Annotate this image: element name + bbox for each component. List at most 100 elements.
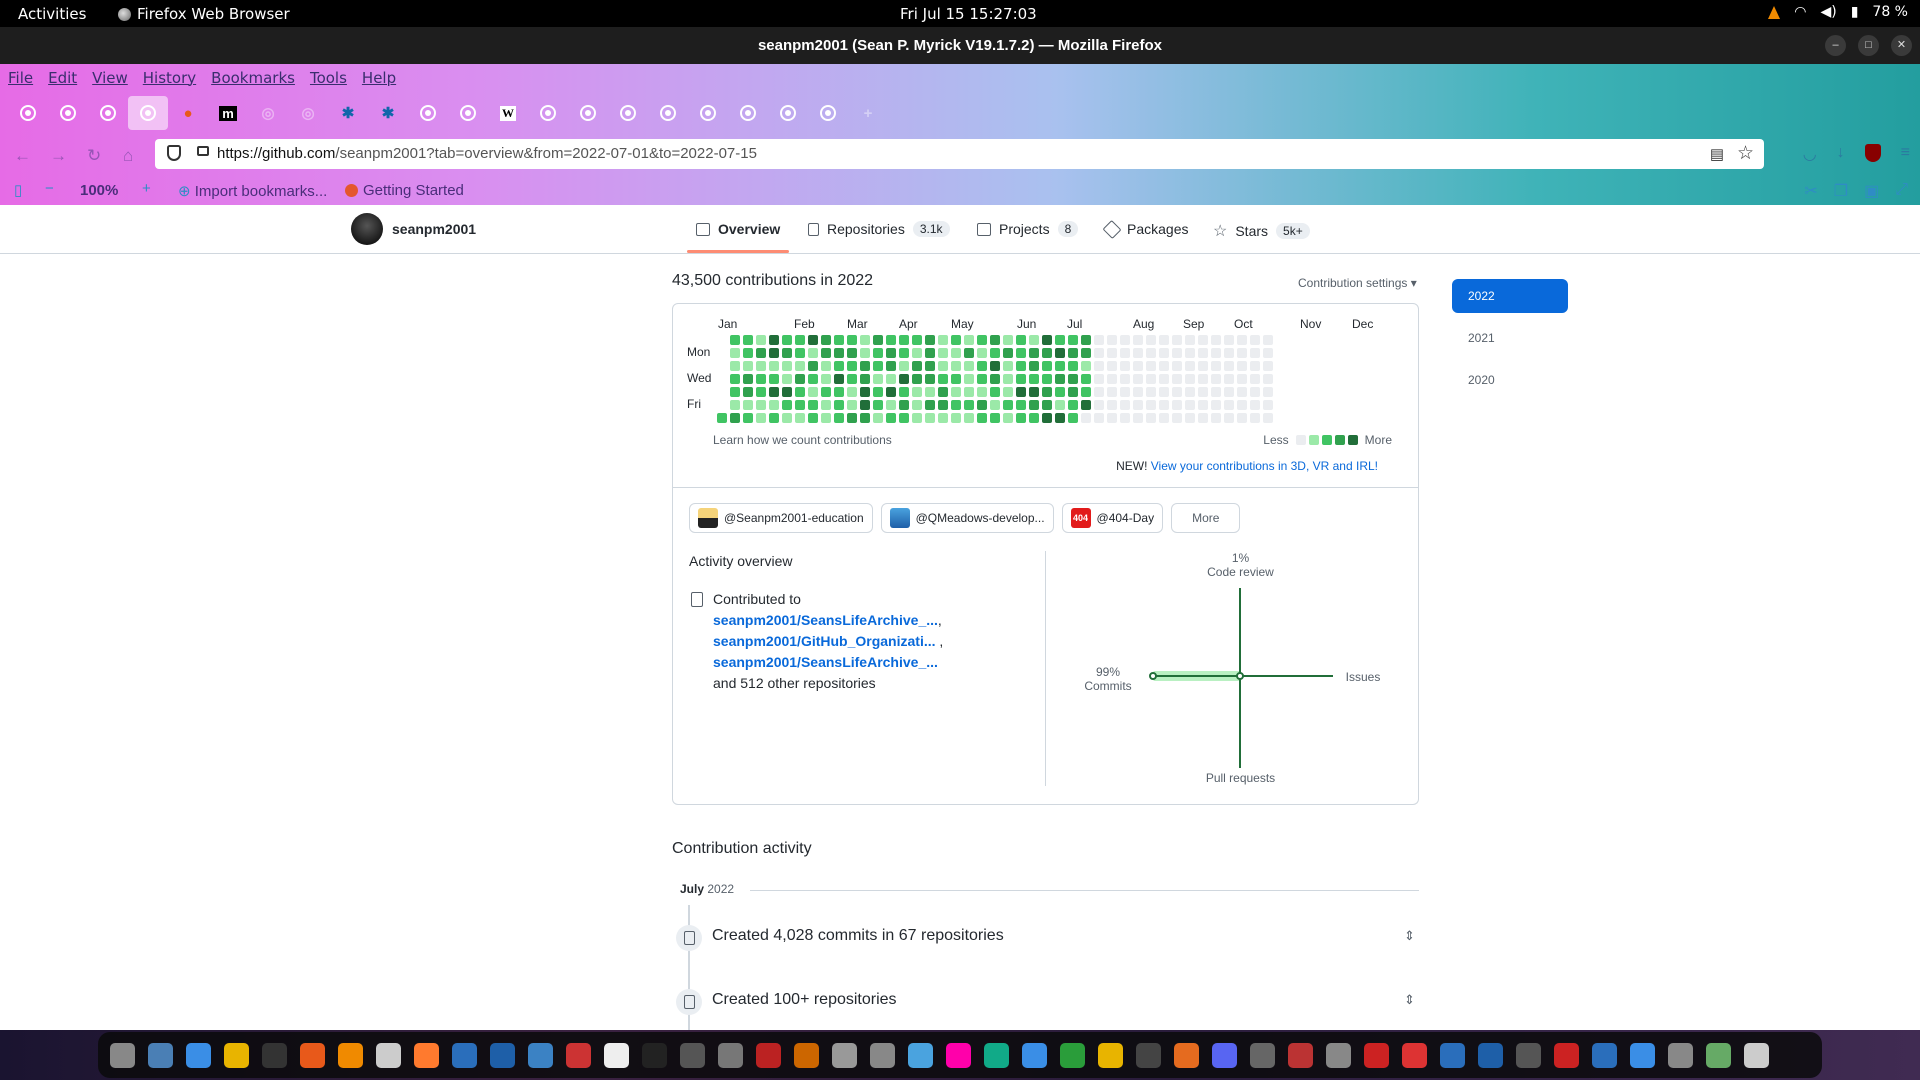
contribution-day[interactable]	[1159, 413, 1169, 423]
contribution-day[interactable]	[873, 335, 883, 345]
contribution-day[interactable]	[938, 374, 948, 384]
contribution-day[interactable]	[1237, 387, 1247, 397]
contribution-day[interactable]	[1094, 413, 1104, 423]
dock-app-icon[interactable]	[984, 1042, 1009, 1068]
contribution-day[interactable]	[977, 361, 987, 371]
dock-app-icon[interactable]	[1554, 1042, 1579, 1068]
contribution-day[interactable]	[990, 400, 1000, 410]
menu-edit[interactable]: Edit	[40, 64, 84, 92]
contribution-settings-button[interactable]: Contribution settings ▾	[1298, 276, 1417, 290]
contribution-day[interactable]	[1263, 335, 1273, 345]
contribution-day[interactable]	[990, 335, 1000, 345]
contribution-day[interactable]	[756, 387, 766, 397]
contribution-day[interactable]	[730, 400, 740, 410]
contribution-day[interactable]	[821, 413, 831, 423]
contribution-day[interactable]	[821, 348, 831, 358]
contribution-day[interactable]	[1172, 400, 1182, 410]
fold-icon[interactable]: ⇕	[1404, 928, 1415, 944]
activity-item-commits[interactable]: Created 4,028 commits in 67 repositories	[712, 927, 1004, 945]
new-tab-button[interactable]: +	[848, 96, 888, 130]
contribution-day[interactable]	[1172, 348, 1182, 358]
contribution-day[interactable]	[1107, 335, 1117, 345]
contribution-day[interactable]	[1237, 348, 1247, 358]
contribution-day[interactable]	[834, 413, 844, 423]
contribution-day[interactable]	[1133, 400, 1143, 410]
contribution-day[interactable]	[899, 413, 909, 423]
contribution-day[interactable]	[1159, 335, 1169, 345]
contribution-day[interactable]	[1198, 361, 1208, 371]
contribution-day[interactable]	[821, 335, 831, 345]
contribution-day[interactable]	[717, 413, 727, 423]
dock-app-icon[interactable]	[1174, 1042, 1199, 1068]
contribution-day[interactable]	[1107, 387, 1117, 397]
contribution-day[interactable]	[1263, 413, 1273, 423]
tab[interactable]	[48, 96, 88, 130]
contribution-day[interactable]	[1029, 413, 1039, 423]
address-bar[interactable]: https://github.com/seanpm2001?tab=overvi…	[155, 139, 1764, 169]
contribution-day[interactable]	[990, 348, 1000, 358]
contribution-day[interactable]	[1042, 335, 1052, 345]
dock-app-icon[interactable]	[566, 1042, 591, 1068]
contribution-day[interactable]	[925, 361, 935, 371]
contribution-day[interactable]	[977, 335, 987, 345]
contribution-day[interactable]	[782, 335, 792, 345]
dock-app-icon[interactable]	[338, 1042, 363, 1068]
avatar[interactable]	[351, 213, 383, 245]
contribution-day[interactable]	[743, 374, 753, 384]
dock-app-icon[interactable]	[642, 1042, 667, 1068]
contribution-day[interactable]	[899, 348, 909, 358]
contribution-day[interactable]	[1094, 387, 1104, 397]
org-filter-button[interactable]: 404 @404-Day	[1061, 503, 1164, 533]
contribution-day[interactable]	[756, 400, 766, 410]
dock-app-icon[interactable]	[756, 1042, 781, 1068]
contribution-day[interactable]	[1081, 400, 1091, 410]
dock-app-icon[interactable]	[1364, 1042, 1389, 1068]
contribution-day[interactable]	[743, 348, 753, 358]
contribution-day[interactable]	[938, 348, 948, 358]
contribution-day[interactable]	[1133, 413, 1143, 423]
contribution-day[interactable]	[925, 400, 935, 410]
contribution-day[interactable]	[1120, 374, 1130, 384]
contribution-day[interactable]	[1003, 361, 1013, 371]
copy-icon[interactable]: ❐	[1834, 181, 1848, 201]
contribution-day[interactable]	[1198, 374, 1208, 384]
contribution-day[interactable]	[1016, 374, 1026, 384]
contribution-day[interactable]	[769, 335, 779, 345]
contribution-day[interactable]	[1159, 361, 1169, 371]
contribution-day[interactable]	[1029, 361, 1039, 371]
contribution-day[interactable]	[1211, 348, 1221, 358]
contribution-day[interactable]	[834, 348, 844, 358]
dock-app-icon[interactable]	[1744, 1042, 1769, 1068]
contribution-day[interactable]	[1211, 374, 1221, 384]
repo-link[interactable]: seanpm2001/SeansLifeArchive_...	[713, 612, 938, 628]
dock-app-icon[interactable]	[832, 1042, 857, 1068]
contribution-day[interactable]	[1211, 361, 1221, 371]
zoom-out-button[interactable]: −	[45, 180, 54, 197]
contribution-day[interactable]	[847, 400, 857, 410]
contribution-day[interactable]	[860, 387, 870, 397]
contribution-day[interactable]	[1081, 335, 1091, 345]
contribution-day[interactable]	[756, 348, 766, 358]
profile-username[interactable]: seanpm2001	[392, 221, 476, 237]
contribution-day[interactable]	[795, 413, 805, 423]
contribution-day[interactable]	[1055, 335, 1065, 345]
contribution-day[interactable]	[743, 387, 753, 397]
back-button[interactable]: ←	[14, 146, 31, 166]
contribution-day[interactable]	[834, 361, 844, 371]
contribution-day[interactable]	[1016, 400, 1026, 410]
contribution-day[interactable]	[886, 335, 896, 345]
contribution-day[interactable]	[912, 400, 922, 410]
contribution-day[interactable]	[912, 374, 922, 384]
contribution-day[interactable]	[1042, 361, 1052, 371]
dock-app-icon[interactable]	[224, 1042, 249, 1068]
contribution-day[interactable]	[1094, 335, 1104, 345]
tab[interactable]	[8, 96, 48, 130]
zoom-in-button[interactable]: +	[142, 180, 151, 197]
contribution-day[interactable]	[990, 361, 1000, 371]
contribution-day[interactable]	[1107, 400, 1117, 410]
contribution-day[interactable]	[1003, 413, 1013, 423]
contribution-day[interactable]	[730, 335, 740, 345]
contribution-day[interactable]	[1172, 335, 1182, 345]
dock-app-icon[interactable]	[148, 1042, 173, 1068]
contribution-day[interactable]	[1211, 387, 1221, 397]
